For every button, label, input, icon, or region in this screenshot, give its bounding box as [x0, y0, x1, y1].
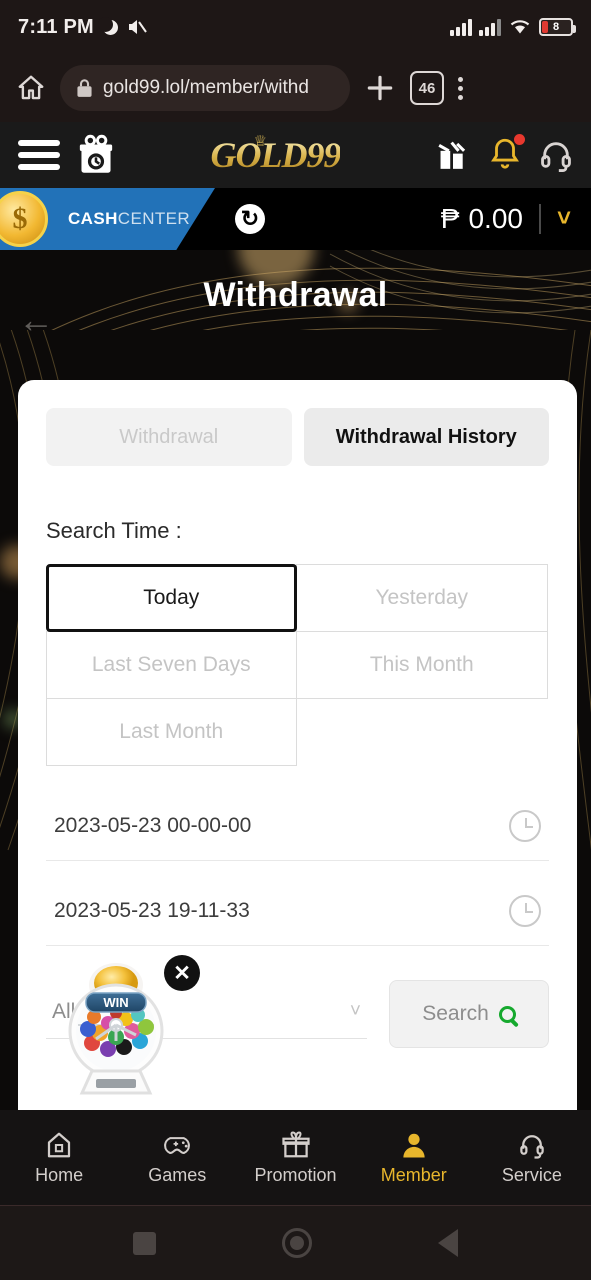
tab-count-value: 46	[418, 79, 436, 97]
range-button-last-seven-days[interactable]: Last Seven Days	[45, 630, 297, 699]
nav-item-games[interactable]: Games	[118, 1130, 236, 1186]
tab-label: Withdrawal History	[335, 425, 517, 448]
currency-symbol: ₱	[440, 203, 460, 234]
tab-withdrawal-history[interactable]: Withdrawal History	[303, 408, 549, 466]
range-button-last-month[interactable]: Last Month	[45, 697, 297, 766]
gift-box-icon[interactable]	[76, 134, 116, 176]
triangle-back-icon[interactable]	[438, 1229, 458, 1257]
divider	[538, 204, 541, 234]
clock-icon[interactable]	[509, 810, 541, 842]
balance-value: 0.00	[468, 203, 523, 234]
nav-label: Service	[501, 1164, 562, 1185]
bell-wrapper[interactable]	[488, 133, 525, 175]
nav-label: Member	[380, 1164, 447, 1185]
gift-icon	[281, 1130, 310, 1157]
square-icon[interactable]	[133, 1231, 156, 1255]
end-date-value: 2023-05-23 19-11-33	[54, 899, 250, 922]
search-time-options: Today Yesterday Last Seven Days This Mon…	[45, 563, 549, 766]
nav-item-home[interactable]: Home	[0, 1130, 118, 1186]
search-icon	[498, 1005, 516, 1023]
end-date-row[interactable]: 2023-05-23 19-11-33	[46, 895, 549, 946]
url-text: gold99.lol/member/withd	[103, 77, 309, 98]
start-date-value: 2023-05-23 00-00-00	[54, 814, 252, 837]
wifi-icon	[510, 20, 530, 34]
notification-badge	[514, 133, 525, 145]
cash-label-bold: CASH	[68, 209, 118, 228]
cash-center-label: CASHCENTER	[68, 209, 190, 229]
nav-label: Home	[35, 1164, 84, 1185]
mute-icon	[128, 20, 147, 34]
circle-icon[interactable]	[282, 1228, 312, 1258]
cash-label-light: CENTER	[117, 209, 191, 228]
bottom-navigation: Home Games Promotion Member Service	[0, 1110, 591, 1205]
nav-item-service[interactable]: Service	[473, 1130, 591, 1186]
hamburger-icon[interactable]	[18, 140, 60, 170]
cash-center-bar[interactable]: CASHCENTER $ ↻ ₱ 0.00 ˅	[0, 188, 591, 250]
range-label: Last Month	[119, 719, 224, 743]
balance-area[interactable]: ₱ 0.00 ˅	[441, 203, 591, 235]
gifts-icon[interactable]	[435, 138, 471, 172]
range-label: Today	[143, 585, 200, 609]
range-button-this-month[interactable]: This Month	[296, 630, 548, 699]
refresh-icon[interactable]: ↻	[235, 204, 265, 234]
status-right: 8	[450, 18, 576, 36]
nav-label: Games	[148, 1164, 207, 1185]
kebab-menu-icon[interactable]	[458, 76, 463, 100]
home-icon[interactable]	[16, 73, 46, 103]
lock-icon	[77, 79, 92, 97]
headset-icon[interactable]	[539, 138, 573, 172]
range-button-today[interactable]: Today	[45, 563, 297, 632]
nav-item-promotion[interactable]: Promotion	[236, 1130, 354, 1186]
user-icon	[403, 1133, 425, 1157]
nav-item-member[interactable]: Member	[355, 1130, 473, 1186]
lottery-machine-graphic: WIN	[68, 963, 164, 1095]
gamepad-icon	[164, 1136, 191, 1154]
battery-icon: 8	[539, 18, 576, 36]
status-left: 7:11 PM	[18, 16, 147, 39]
home-icon	[47, 1132, 71, 1157]
search-time-label: Search Time :	[46, 518, 182, 543]
range-label: Yesterday	[375, 585, 469, 609]
nav-label: Promotion	[254, 1164, 337, 1185]
site-header: ♕ GOLD99	[0, 122, 591, 188]
grid-spacer	[297, 698, 549, 766]
clock-icon[interactable]	[509, 895, 541, 927]
range-label: Last Seven Days	[91, 652, 251, 676]
search-button[interactable]: Search	[389, 980, 549, 1048]
logo-text: GOLD99	[210, 135, 342, 175]
moon-icon	[97, 16, 118, 35]
win-banner-text: WIN	[103, 995, 128, 1010]
balance-display: ₱ 0.00	[441, 203, 523, 235]
status-time: 7:11 PM	[18, 15, 94, 38]
close-icon[interactable]: ✕	[164, 955, 200, 991]
tab-label: Withdrawal	[119, 425, 219, 448]
chevron-down-icon: ˅	[349, 1000, 361, 1022]
coin-symbol: $	[12, 202, 28, 235]
battery-level: 8	[552, 21, 560, 33]
headset-icon	[520, 1134, 544, 1159]
search-button-label: Search	[422, 1002, 489, 1025]
tab-count-button[interactable]: 46	[410, 71, 444, 105]
page-title: Withdrawal	[203, 276, 388, 314]
browser-toolbar: gold99.lol/member/withd 46	[0, 54, 591, 122]
header-icons	[435, 133, 573, 175]
android-status-bar: 7:11 PM 8	[0, 0, 591, 54]
android-navigation-bar	[0, 1205, 591, 1280]
url-bar[interactable]: gold99.lol/member/withd	[60, 65, 350, 111]
card-tabs: Withdrawal Withdrawal History	[46, 408, 549, 466]
range-label: This Month	[369, 652, 474, 676]
site-logo[interactable]: ♕ GOLD99	[132, 133, 419, 176]
crown-icon: ♕	[253, 133, 267, 150]
range-button-yesterday[interactable]: Yesterday	[296, 563, 548, 632]
lottery-machine-widget[interactable]: ✕ WIN	[58, 955, 200, 1100]
chevron-down-icon[interactable]: ˅	[557, 205, 571, 233]
signal-icon	[450, 18, 472, 36]
start-date-row[interactable]: 2023-05-23 00-00-00	[46, 810, 549, 861]
plus-icon[interactable]	[364, 72, 396, 104]
signal-icon	[479, 18, 501, 36]
tab-withdrawal[interactable]: Withdrawal	[46, 408, 292, 466]
